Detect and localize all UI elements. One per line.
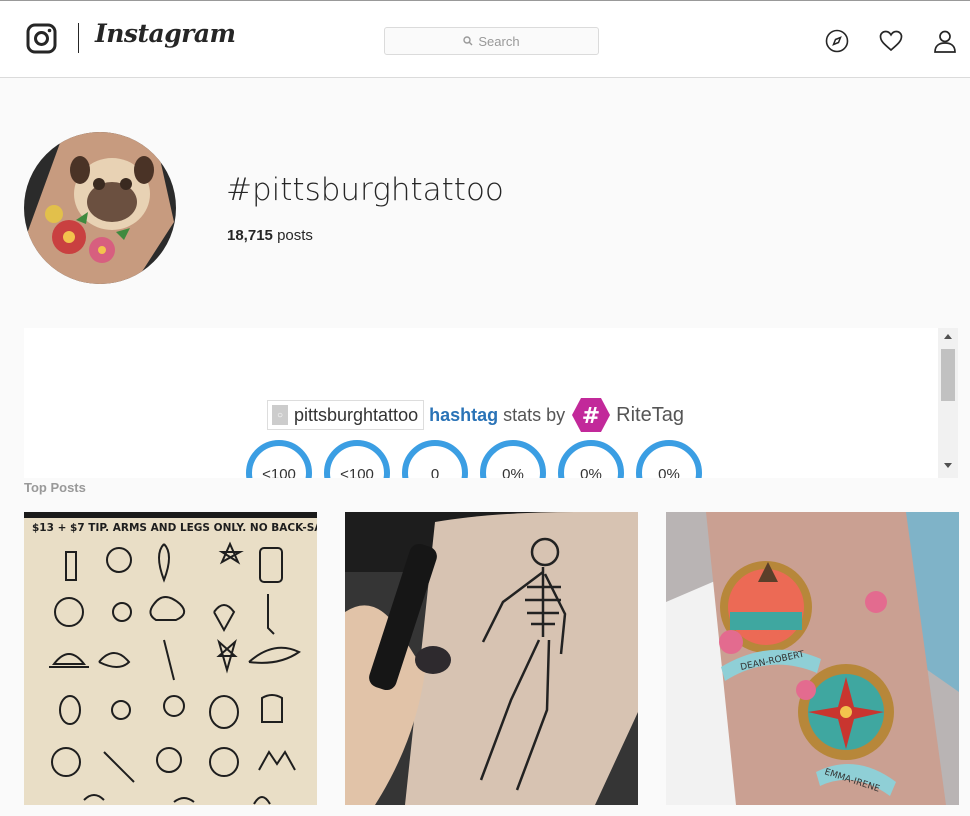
logo-divider [78,23,79,53]
stat-ring: <100 [324,440,390,478]
ritetag-logo-icon[interactable]: # [571,397,611,433]
ritetag-brand[interactable]: RiteTag [616,404,684,427]
post-tile[interactable]: $13 + $7 TIP. ARMS AND LEGS ONLY. NO BAC… [24,512,317,805]
scroll-thumb[interactable] [941,349,955,401]
top-nav: Instagram Search [0,0,970,78]
scroll-down-arrow-icon[interactable] [944,463,952,468]
stat-ring: 0% [558,440,624,478]
stat-ring: 0% [480,440,546,478]
search-placeholder: Search [478,33,520,49]
posts-count-value: 18,715 [227,227,273,244]
posts-count-label: posts [277,227,313,244]
post-tile[interactable]: DEAN-ROBERT EMMA-IRENE [666,512,959,805]
widget-scrollbar[interactable] [938,328,958,478]
hashtag-tag-text: pittsburghtattoo [294,404,419,425]
pin-icon: ○ [272,405,288,425]
stat-ring: 0 [402,440,468,478]
compass-icon[interactable] [825,29,849,53]
hashtag-avatar [24,132,176,284]
search-input[interactable]: Search [384,27,599,55]
hashtag-tag-box[interactable]: ○ pittsburghtattoo [267,400,425,430]
instagram-camera-icon[interactable] [26,23,57,54]
stat-ring: <100 [246,440,312,478]
user-icon[interactable] [933,29,957,53]
scroll-up-arrow-icon[interactable] [944,334,952,339]
hashtag-link[interactable]: hashtag [429,405,498,426]
widget-headline: ○ pittsburghtattoo hashtag stats by # Ri… [267,397,684,433]
hashtag-title: #pittsburghtattoo [226,172,504,208]
top-posts-heading: Top Posts [24,480,86,495]
stats-rings: <100 <100 0 0% 0% 0% [246,440,714,478]
flash-caption: $13 + $7 TIP. ARMS AND LEGS ONLY. NO BAC… [32,522,317,534]
ritetag-stats-widget: ○ pittsburghtattoo hashtag stats by # Ri… [24,328,958,478]
post-tile[interactable] [345,512,638,805]
stats-by-text: stats by [503,404,566,425]
ritetag-logo-symbol: # [582,404,600,429]
heart-icon[interactable] [879,29,903,53]
search-icon [463,36,473,46]
instagram-wordmark[interactable]: Instagram [95,19,236,48]
posts-count: 18,715 posts [227,227,313,244]
stat-ring: 0% [636,440,702,478]
